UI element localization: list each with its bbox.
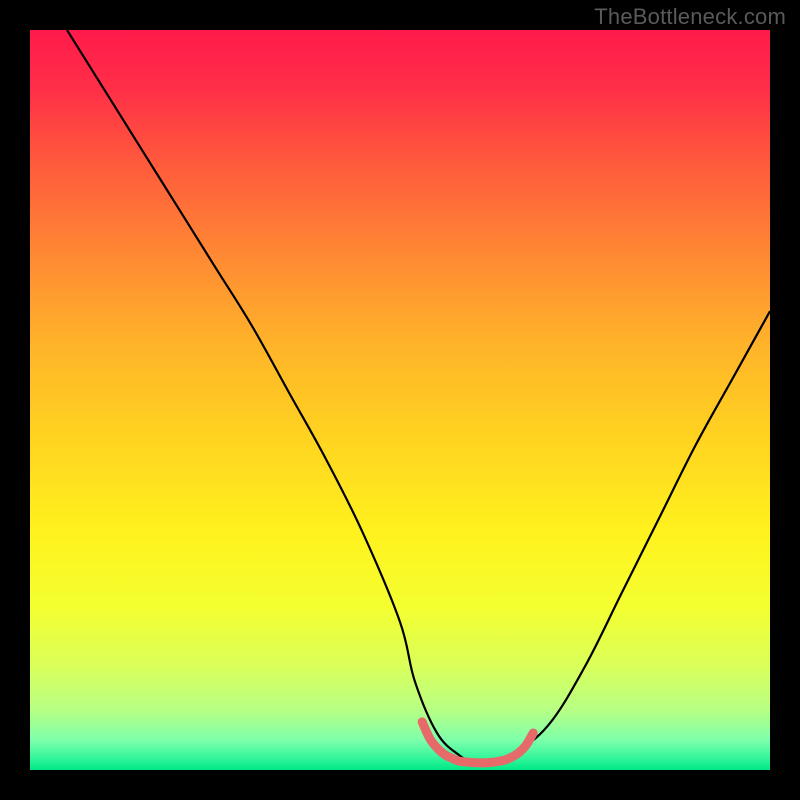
- watermark-text: TheBottleneck.com: [594, 4, 786, 30]
- plot-area: [30, 30, 770, 770]
- curve-layer: [30, 30, 770, 770]
- safe-zone-marker: [422, 722, 533, 763]
- bottleneck-curve: [67, 30, 770, 764]
- chart-frame: TheBottleneck.com: [0, 0, 800, 800]
